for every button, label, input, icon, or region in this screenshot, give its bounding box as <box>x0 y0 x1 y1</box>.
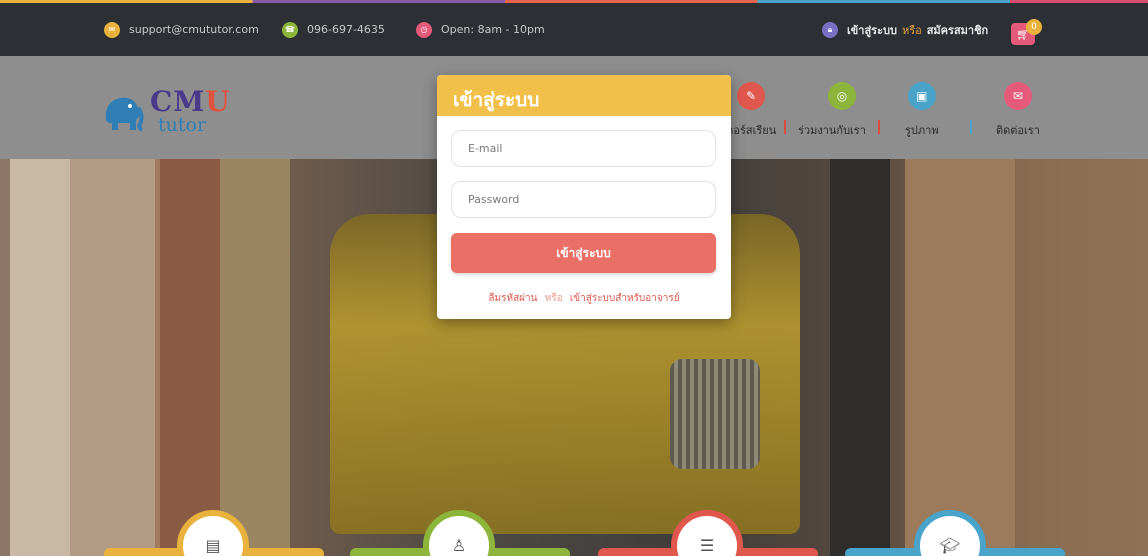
teacher-login-link[interactable]: เข้าสู่ระบบสำหรับอาจารย์ <box>570 293 680 304</box>
login-link[interactable]: เข้าสู่ระบบ <box>847 21 897 39</box>
login-modal-footer: ลืมรหัสผ่าน หรือ เข้าสู่ระบบสำหรับอาจารย… <box>437 291 731 306</box>
email-text: support@cmututor.com <box>129 23 259 36</box>
nav-gallery-label: รูปภาพ <box>905 124 939 137</box>
or-text: หรือ <box>544 293 563 304</box>
elephant-logo-icon <box>105 97 144 132</box>
top-color-stripe <box>0 0 1148 3</box>
image-icon: ▣ <box>907 82 936 110</box>
list-icon: ☰ <box>699 536 715 555</box>
login-submit-button[interactable]: เข้าสู่ระบบ <box>451 233 716 273</box>
book-spine <box>905 159 1015 556</box>
bus-grill <box>670 359 760 469</box>
contact-phone[interactable]: ☎ 096-697-4635 <box>282 3 385 56</box>
login-modal: เข้าสู่ระบบ เข้าสู่ระบบ ลืมรหัสผ่าน หรือ… <box>437 75 731 319</box>
nav-divider <box>970 120 972 134</box>
password-field[interactable] <box>451 181 716 218</box>
hours-text: Open: 8am - 10pm <box>441 23 545 36</box>
mail-icon: ✉ <box>1003 82 1032 110</box>
nav-contact[interactable]: ✉ ติดต่อเรา <box>996 82 1040 139</box>
book-spine <box>70 159 155 556</box>
book-spine <box>160 159 220 556</box>
email-field[interactable] <box>451 130 716 167</box>
graduation-cap-icon: 🎓︎ <box>939 536 961 555</box>
nav-gallery[interactable]: ▣ รูปภาพ <box>905 82 939 139</box>
site-logo[interactable]: CMU tutor <box>100 88 231 135</box>
or-text: หรือ <box>901 23 922 37</box>
nav-contact-label: ติดต่อเรา <box>996 124 1040 137</box>
register-link[interactable]: สมัครสมาชิก <box>927 21 989 39</box>
account-links: 🔒︎ เข้าสู่ระบบ หรือ สมัครสมาชิก <box>822 3 988 56</box>
phone-text: 096-697-4635 <box>307 23 385 36</box>
user-icon: ♙ <box>451 536 467 555</box>
nav-partner-label: ร่วมงานกับเรา <box>798 124 866 137</box>
lock-icon: 🔒︎ <box>822 21 838 38</box>
top-bar: ✉ support@cmututor.com ☎ 096-697-4635 ◷ … <box>0 3 1148 56</box>
cart-count-badge: 0 <box>1026 19 1042 35</box>
book-spine <box>10 159 70 556</box>
phone-icon: ☎ <box>282 21 298 38</box>
nav-partner[interactable]: ◎ ร่วมงานกับเรา <box>798 82 866 139</box>
clock-icon: ◷ <box>416 21 432 38</box>
id-card-icon: ▤ <box>205 536 221 555</box>
pencil-icon: ✎ <box>737 82 766 110</box>
logo-tutor: tutor <box>158 114 207 136</box>
nav-courses[interactable]: ✎ คอร์สเรียน <box>726 82 776 139</box>
logo-cmu: CMU <box>150 85 231 118</box>
nav-divider <box>784 120 786 134</box>
handshake-icon: ◎ <box>827 82 856 110</box>
nav-courses-label: คอร์สเรียน <box>726 124 777 137</box>
forgot-password-link[interactable]: ลืมรหัสผ่าน <box>488 293 537 304</box>
book-spine <box>220 159 290 556</box>
opening-hours: ◷ Open: 8am - 10pm <box>416 3 545 56</box>
nav-divider <box>878 120 880 134</box>
login-modal-title: เข้าสู่ระบบ <box>437 75 731 116</box>
contact-email[interactable]: ✉ support@cmututor.com <box>104 3 259 56</box>
book-spine <box>830 159 890 556</box>
envelope-icon: ✉ <box>104 21 120 38</box>
